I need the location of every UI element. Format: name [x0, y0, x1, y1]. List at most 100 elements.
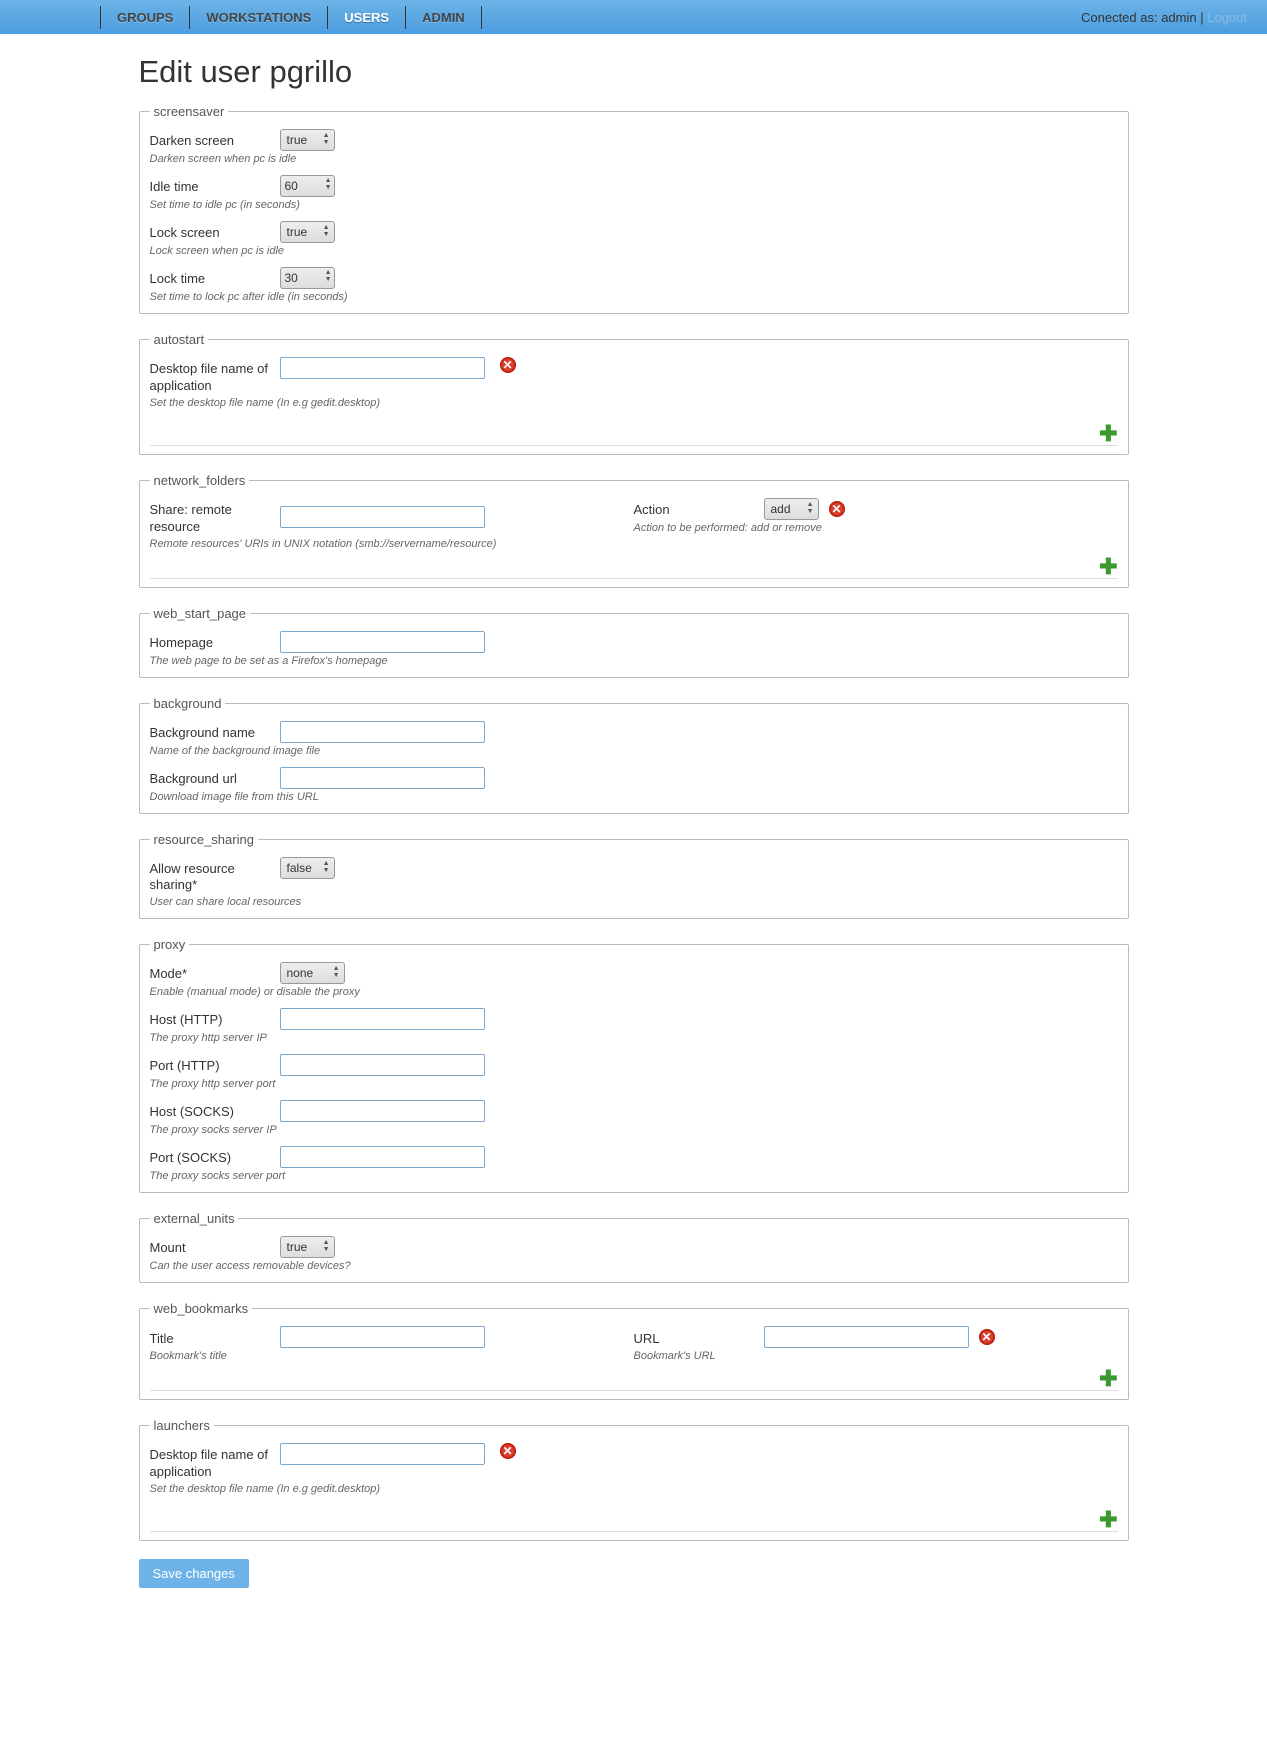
resource-sharing-help: User can share local resources: [150, 896, 1118, 908]
nav-workstations[interactable]: WORKSTATIONS: [189, 6, 328, 29]
delete-icon[interactable]: ✕: [500, 357, 516, 373]
homepage-label: Homepage: [150, 631, 280, 652]
proxy-hostsocks-label: Host (SOCKS): [150, 1100, 280, 1121]
select-arrows-icon: ▲▼: [807, 501, 814, 515]
nav-left: GROUPS WORKSTATIONS USERS ADMIN: [100, 6, 481, 29]
resource-sharing-select[interactable]: false▲▼: [280, 857, 335, 879]
divider: [150, 445, 1118, 446]
add-icon[interactable]: ✚: [1099, 556, 1117, 578]
nav-admin[interactable]: ADMIN: [405, 6, 482, 29]
idle-time-help: Set time to idle pc (in seconds): [150, 199, 1118, 211]
proxy-portsocks-help: The proxy socks server port: [150, 1170, 1118, 1182]
background-url-help: Download image file from this URL: [150, 791, 1118, 803]
mount-select[interactable]: true▲▼: [280, 1236, 335, 1258]
legend-network-folders: network_folders: [150, 473, 250, 488]
spinner-arrows-icon: ▲▼: [325, 269, 332, 283]
legend-autostart: autostart: [150, 332, 209, 347]
proxy-porthttp-help: The proxy http server port: [150, 1078, 1118, 1090]
proxy-hostsocks-input[interactable]: [280, 1100, 485, 1122]
spinner-arrows-icon: ▲▼: [325, 177, 332, 191]
lock-screen-label: Lock screen: [150, 221, 280, 242]
idle-time-input[interactable]: 60▲▼: [280, 175, 335, 197]
proxy-porthttp-input[interactable]: [280, 1054, 485, 1076]
darken-screen-select[interactable]: true▲▼: [280, 129, 335, 151]
add-icon[interactable]: ✚: [1099, 423, 1117, 445]
legend-screensaver: screensaver: [150, 104, 229, 119]
select-arrows-icon: ▲▼: [333, 965, 340, 979]
action-help: Action to be performed: add or remove: [634, 522, 1118, 534]
fieldset-proxy: proxy Mode* none▲▼ Enable (manual mode) …: [139, 937, 1129, 1193]
proxy-mode-help: Enable (manual mode) or disable the prox…: [150, 986, 1118, 998]
divider: [150, 578, 1118, 579]
background-url-input[interactable]: [280, 767, 485, 789]
share-help: Remote resources' URIs in UNIX notation …: [150, 538, 634, 550]
mount-label: Mount: [150, 1236, 280, 1257]
background-name-input[interactable]: [280, 721, 485, 743]
legend-launchers: launchers: [150, 1418, 214, 1433]
save-button[interactable]: Save changes: [139, 1559, 249, 1588]
delete-icon[interactable]: ✕: [500, 1443, 516, 1459]
launchers-input[interactable]: [280, 1443, 485, 1465]
legend-resource-sharing: resource_sharing: [150, 832, 258, 847]
bookmark-url-label: URL: [634, 1327, 764, 1348]
bookmark-url-input[interactable]: [764, 1326, 969, 1348]
action-select[interactable]: add▲▼: [764, 498, 819, 520]
bookmark-title-help: Bookmark's title: [150, 1350, 634, 1362]
share-input[interactable]: [280, 506, 485, 528]
idle-time-label: Idle time: [150, 175, 280, 196]
bookmark-title-label: Title: [150, 1327, 280, 1348]
lock-time-input[interactable]: 30▲▼: [280, 267, 335, 289]
proxy-portsocks-label: Port (SOCKS): [150, 1146, 280, 1167]
nav-groups[interactable]: GROUPS: [100, 6, 190, 29]
bookmark-title-input[interactable]: [280, 1326, 485, 1348]
background-url-label: Background url: [150, 767, 280, 788]
legend-web-bookmarks: web_bookmarks: [150, 1301, 253, 1316]
nav-user-info: Conected as: admin | Logout: [1081, 10, 1247, 25]
background-name-help: Name of the background image file: [150, 745, 1118, 757]
homepage-input[interactable]: [280, 631, 485, 653]
action-label: Action: [634, 498, 764, 519]
proxy-hosthttp-input[interactable]: [280, 1008, 485, 1030]
connected-user: admin: [1161, 10, 1196, 25]
proxy-hosthttp-help: The proxy http server IP: [150, 1032, 1118, 1044]
delete-icon[interactable]: ✕: [829, 501, 845, 517]
add-icon[interactable]: ✚: [1099, 1368, 1117, 1390]
proxy-mode-select[interactable]: none▲▼: [280, 962, 345, 984]
fieldset-background: background Background name Name of the b…: [139, 696, 1129, 814]
mount-help: Can the user access removable devices?: [150, 1260, 1118, 1272]
background-name-label: Background name: [150, 721, 280, 742]
resource-sharing-label: Allow resource sharing*: [150, 857, 280, 895]
fieldset-launchers: launchers Desktop file name of applicati…: [139, 1418, 1129, 1541]
autostart-label: Desktop file name of application: [150, 357, 280, 395]
fieldset-network-folders: network_folders Share: remote resource R…: [139, 473, 1129, 588]
darken-screen-label: Darken screen: [150, 129, 280, 150]
select-arrows-icon: ▲▼: [323, 132, 330, 146]
divider: [150, 1390, 1118, 1391]
homepage-help: The web page to be set as a Firefox's ho…: [150, 655, 1118, 667]
select-arrows-icon: ▲▼: [323, 860, 330, 874]
fieldset-screensaver: screensaver Darken screen true▲▼ Darken …: [139, 104, 1129, 314]
connected-as-label: Conected as:: [1081, 10, 1161, 25]
page-title: Edit user pgrillo: [139, 54, 1129, 90]
logout-link[interactable]: Logout: [1207, 10, 1247, 25]
bookmark-url-help: Bookmark's URL: [634, 1350, 1118, 1362]
navbar: GROUPS WORKSTATIONS USERS ADMIN Conected…: [0, 0, 1267, 34]
main-container: Edit user pgrillo screensaver Darken scr…: [139, 34, 1129, 1618]
fieldset-external-units: external_units Mount true▲▼ Can the user…: [139, 1211, 1129, 1283]
legend-background: background: [150, 696, 226, 711]
proxy-portsocks-input[interactable]: [280, 1146, 485, 1168]
proxy-hosthttp-label: Host (HTTP): [150, 1008, 280, 1029]
lock-time-label: Lock time: [150, 267, 280, 288]
lock-screen-select[interactable]: true▲▼: [280, 221, 335, 243]
fieldset-web-bookmarks: web_bookmarks Title Bookmark's title URL…: [139, 1301, 1129, 1400]
nav-users[interactable]: USERS: [327, 6, 406, 29]
darken-screen-help: Darken screen when pc is idle: [150, 153, 1118, 165]
autostart-input[interactable]: [280, 357, 485, 379]
fieldset-autostart: autostart Desktop file name of applicati…: [139, 332, 1129, 455]
add-icon[interactable]: ✚: [1099, 1509, 1117, 1531]
divider: [150, 1531, 1118, 1532]
proxy-porthttp-label: Port (HTTP): [150, 1054, 280, 1075]
delete-icon[interactable]: ✕: [979, 1329, 995, 1345]
launchers-label: Desktop file name of application: [150, 1443, 280, 1481]
fieldset-web-start-page: web_start_page Homepage The web page to …: [139, 606, 1129, 678]
